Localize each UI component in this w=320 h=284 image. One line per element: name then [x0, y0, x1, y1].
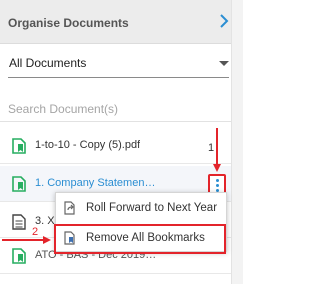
bookmark-document-icon: [12, 248, 26, 264]
chevron-right-icon[interactable]: [219, 14, 229, 28]
annotation-step-1: 1: [208, 142, 215, 154]
document-list-item[interactable]: 1-to-10 - Copy (5).pdf: [0, 128, 231, 164]
search-input[interactable]: [8, 100, 223, 118]
kebab-dot: [216, 179, 219, 182]
menu-item-label: Roll Forward to Next Year: [86, 202, 218, 214]
document-name: 1. Company Statemen…: [35, 177, 156, 189]
annotation-highlight-box: [54, 224, 226, 254]
roll-forward-icon: [64, 201, 75, 215]
document-filter-value: All Documents: [9, 56, 87, 70]
annotation-step-2: 2: [32, 226, 39, 238]
panel-header: Organise Documents: [0, 0, 231, 44]
document-filter-select[interactable]: All Documents: [8, 50, 229, 78]
bookmark-document-icon: [12, 176, 26, 192]
kebab-dot: [216, 184, 219, 187]
search-bar: [0, 96, 231, 122]
bookmark-document-icon: [12, 138, 26, 154]
panel-title: Organise Documents: [8, 16, 129, 30]
document-name: 1-to-10 - Copy (5).pdf: [35, 139, 141, 151]
dropdown-arrow-icon: [219, 61, 229, 66]
scrollbar[interactable]: [231, 0, 243, 284]
document-icon: [12, 214, 26, 230]
menu-item-roll-forward[interactable]: Roll Forward to Next Year: [56, 194, 226, 222]
